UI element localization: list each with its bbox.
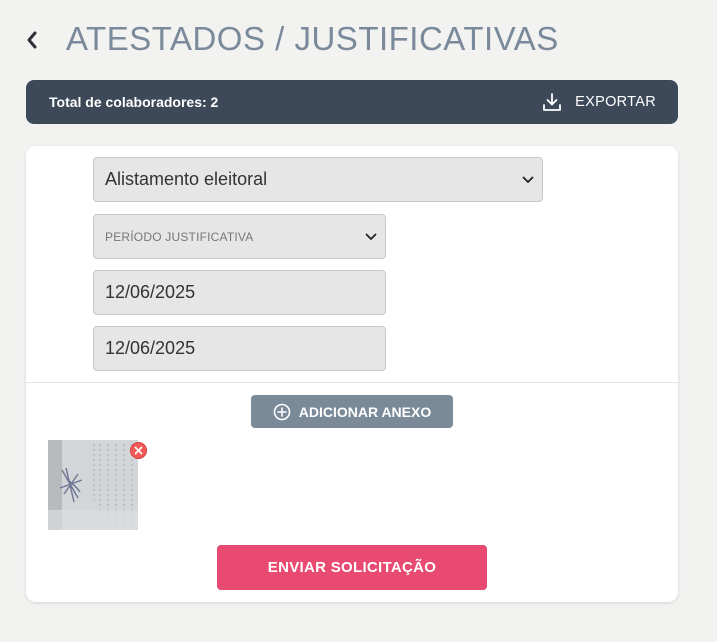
start-date-field[interactable]: 12/06/2025 — [93, 270, 386, 315]
submit-request-button[interactable]: ENVIAR SOLICITAÇÃO — [217, 545, 487, 590]
close-circle-icon — [134, 446, 143, 455]
justification-type-select[interactable]: Alistamento eleitoral — [93, 157, 543, 202]
period-select[interactable]: PERÍODO JUSTIFICATIVA — [93, 214, 386, 259]
page-title: ATESTADOS / JUSTIFICATIVAS — [66, 20, 559, 57]
summary-bar: Total de colaboradores: 2 EXPORTAR — [26, 80, 678, 124]
request-form-card: Alistamento eleitoral PERÍODO JUSTIFICAT… — [26, 146, 678, 602]
end-date-field[interactable]: 12/06/2025 — [93, 326, 386, 371]
page-header: ATESTADOS / JUSTIFICATIVAS — [0, 0, 717, 80]
add-attachment-label: ADICIONAR ANEXO — [298, 403, 432, 420]
justification-type-value: Alistamento eleitoral — [105, 169, 268, 189]
start-date-value: 12/06/2025 — [105, 282, 196, 302]
end-date-value: 12/06/2025 — [105, 338, 196, 358]
export-label: EXPORTAR — [575, 94, 656, 110]
add-attachment-button[interactable]: ADICIONAR ANEXO — [251, 395, 453, 428]
chevron-down-icon — [522, 176, 534, 183]
chevron-down-icon — [365, 233, 377, 240]
chevron-left-icon — [27, 31, 37, 49]
download-icon — [543, 93, 562, 111]
period-placeholder: PERÍODO JUSTIFICATIVA — [105, 229, 254, 244]
attachment-thumbnail[interactable] — [48, 440, 138, 530]
plus-circle-icon — [273, 403, 291, 420]
remove-attachment-button[interactable] — [130, 442, 147, 459]
document-preview-image — [48, 440, 138, 530]
back-button[interactable] — [20, 28, 44, 52]
total-collaborators-label: Total de colaboradores: 2 — [49, 94, 219, 110]
section-divider — [26, 382, 678, 383]
export-button[interactable]: EXPORTAR — [541, 91, 656, 113]
